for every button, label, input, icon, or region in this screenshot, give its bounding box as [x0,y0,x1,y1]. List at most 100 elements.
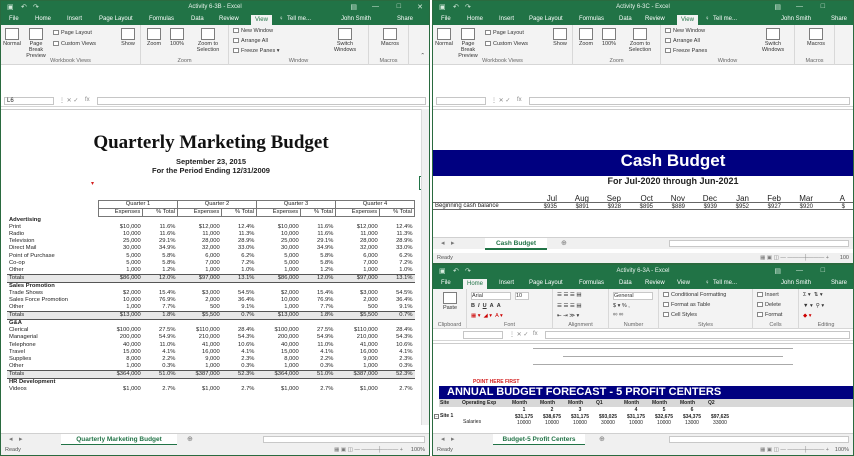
salary-value-cell[interactable]: 10000 [567,420,593,426]
zoom-slider[interactable]: ▦ ▣ ◫ — ———┼——— + [334,447,403,453]
table-cell[interactable]: 11.6% [143,231,178,238]
table-cell[interactable]: 41,000 [335,342,379,349]
scroll-tabs-left-icon[interactable]: ◂ [441,435,445,443]
add-sheet-icon[interactable]: ⊕ [561,239,567,247]
table-cell[interactable]: 41,000 [177,342,221,349]
table-cell[interactable]: 27.5% [143,327,178,334]
table-cell[interactable] [143,379,178,387]
table-cell[interactable]: 6.2% [380,252,415,259]
table-cell[interactable]: 1,000 [98,363,142,371]
table-cell[interactable]: 16,000 [335,349,379,356]
zoom-slider[interactable]: ▦ ▣ ◫ — ———┼——— + [760,255,829,261]
table-cell[interactable]: 5.8% [143,252,178,259]
tab-data[interactable]: Data [619,16,632,22]
salary-value-cell[interactable]: 13000 [679,420,705,426]
table-cell[interactable] [177,379,221,387]
worksheet-grid[interactable]: Cash Budget For Jul-2020 through Jun-202… [433,109,853,233]
tab-review[interactable]: Review [219,16,239,22]
horizontal-scrollbar[interactable] [263,436,425,443]
balance-cell[interactable]: $935 [529,204,557,210]
formula-input[interactable] [545,331,850,339]
table-cell[interactable]: 2.7% [380,386,415,393]
table-cell[interactable]: 5.8% [301,260,336,267]
table-cell[interactable]: 9.1% [380,304,415,312]
table-cell[interactable]: $1,000 [98,386,142,393]
user-name[interactable]: John Smith [341,16,371,22]
fill-button[interactable]: ▼ ▾ ⚲ ▾ [803,303,824,309]
balance-cell[interactable]: $927 [753,204,781,210]
table-cell[interactable]: 52.3% [379,370,415,380]
minimize-icon[interactable]: — [372,3,379,10]
normal-view-button[interactable]: Normal [435,28,453,47]
insert-cells-button[interactable]: Insert [757,292,779,298]
table-cell[interactable]: 32,000 [177,245,221,252]
table-cell[interactable]: 12.4% [222,224,257,231]
table-cell[interactable]: 32,000 [335,245,379,252]
table-cell[interactable]: 8,000 [256,356,300,363]
table-cell[interactable]: 1.8% [142,311,178,321]
table-cell[interactable]: 9,000 [177,356,221,363]
tab-file[interactable]: File [441,16,451,22]
table-cell[interactable]: 5.8% [143,260,178,267]
table-cell[interactable]: 54.5% [222,290,257,297]
table-cell[interactable]: $5,500 [335,311,380,321]
table-cell[interactable]: 6.2% [222,252,257,259]
table-cell[interactable]: 1,000 [335,363,379,371]
table-cell[interactable]: $86,000 [98,273,143,283]
table-cell[interactable]: 28.4% [222,327,257,334]
table-cell[interactable]: $364,000 [98,370,143,380]
fx-icon[interactable]: fx [85,97,90,103]
indent-button[interactable]: ⇤ ⇥ ≫ ▾ [557,313,579,319]
ribbon-display-icon[interactable]: ▤ [350,3,357,11]
table-cell[interactable]: $86,000 [256,273,301,283]
table-cell[interactable]: 11.0% [301,342,336,349]
balance-cell[interactable]: $895 [625,204,653,210]
autosum-button[interactable]: Σ ▾ ⇅ ▾ [803,292,823,298]
maximize-icon[interactable]: □ [397,3,401,10]
table-cell[interactable]: $100,000 [98,327,142,334]
tab-formulas[interactable]: Formulas [579,16,604,22]
minimize-icon[interactable]: — [796,3,803,10]
scroll-tabs-left-icon[interactable]: ◂ [9,435,13,443]
freeze-panes-button[interactable]: Freeze Panes ▾ [233,48,280,54]
cell-styles-button[interactable]: Cell Styles [663,312,697,318]
table-cell[interactable]: 0.3% [301,363,336,371]
table-cell[interactable]: 1,000 [256,363,300,371]
table-cell[interactable]: 1.2% [143,267,178,275]
table-cell[interactable]: 28,000 [177,238,221,245]
table-cell[interactable]: 28.9% [222,238,257,245]
vertical-scrollbar[interactable] [421,109,429,425]
table-cell[interactable]: 2.3% [380,356,415,363]
maximize-icon[interactable]: □ [821,267,825,274]
table-cell[interactable]: $2,000 [98,290,142,297]
zoom-level[interactable]: 100 [840,255,849,261]
tab-page-layout[interactable]: Page Layout [529,16,563,22]
zoom-slider[interactable]: ▦ ▣ ◫ — ———┼——— + [760,447,829,453]
show-button[interactable]: Show [551,28,569,47]
table-cell[interactable] [98,379,142,387]
font-size-select[interactable]: 10 [515,292,529,300]
table-cell[interactable]: 33.0% [222,245,257,252]
table-cell[interactable]: 29.1% [301,238,336,245]
table-cell[interactable]: 6,000 [177,252,221,259]
table-cell[interactable] [256,320,300,328]
table-cell[interactable]: 0.3% [222,363,257,371]
zoom-button[interactable]: Zoom [577,28,595,47]
table-cell[interactable] [301,282,336,290]
salary-value-cell[interactable]: 33000 [707,420,733,426]
worksheet-grid[interactable]: POINT HERE FIRST ANNUAL BUDGET FORECAST … [433,343,853,429]
table-cell[interactable]: $13,000 [98,311,143,321]
table-cell[interactable]: $387,000 [335,370,380,380]
arrange-all-button[interactable]: Arrange All [233,38,268,44]
table-cell[interactable]: $3,000 [335,290,379,297]
table-cell[interactable]: 10,000 [256,231,300,238]
table-cell[interactable]: 13.1% [379,273,415,283]
table-cell[interactable]: 28,000 [335,238,379,245]
salary-value-cell[interactable]: 10000 [623,420,649,426]
table-cell[interactable]: 0.3% [380,363,415,371]
table-cell[interactable]: 12.0% [142,273,178,283]
minimize-icon[interactable]: — [796,267,803,274]
tab-data[interactable]: Data [191,16,204,22]
fx-icon[interactable]: fx [517,97,522,103]
table-cell[interactable]: $364,000 [256,370,301,380]
